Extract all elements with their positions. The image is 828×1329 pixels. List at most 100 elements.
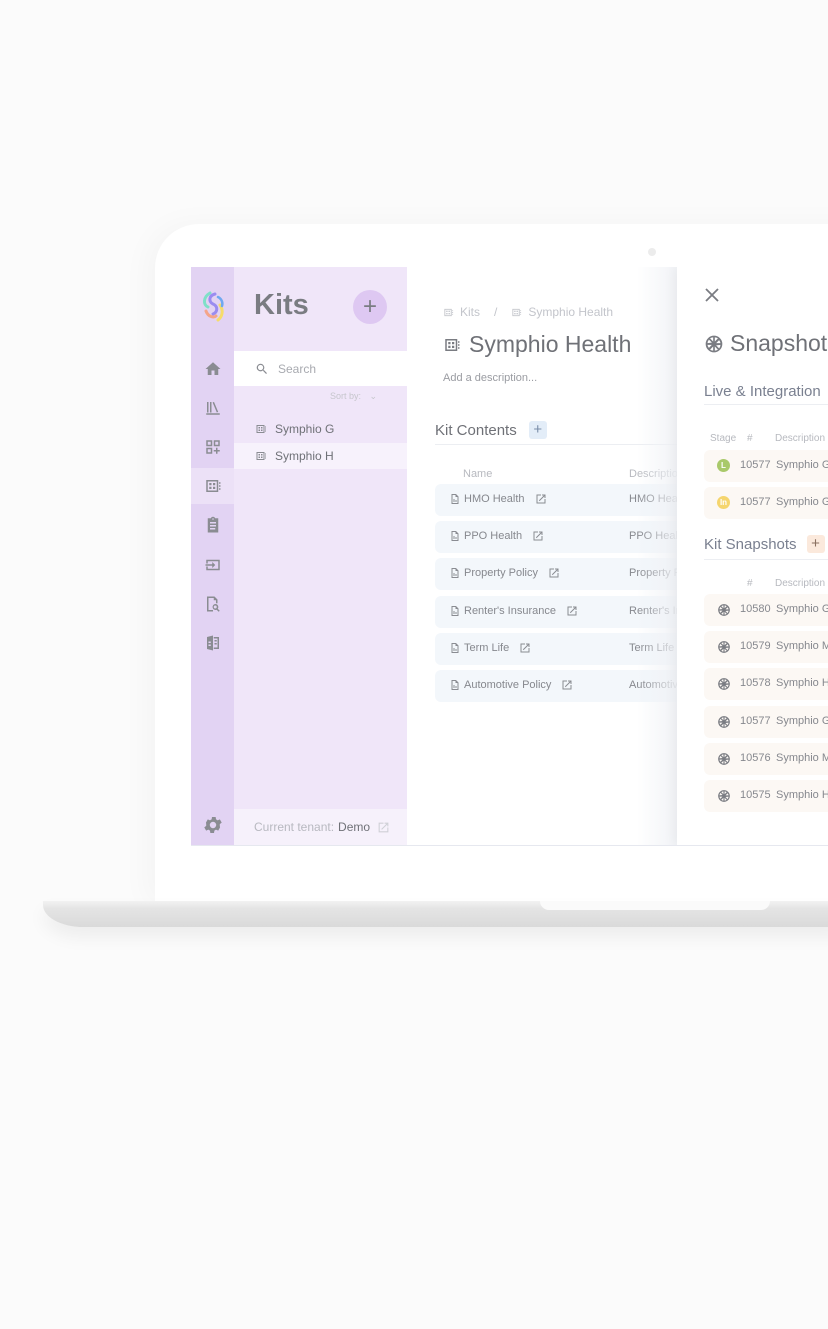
section-title: Kit Contents xyxy=(435,421,517,439)
nav-kits[interactable] xyxy=(191,468,234,504)
kit-snapshot-row[interactable]: 10580 Symphio G xyxy=(704,594,828,626)
row-name-text: Term Life xyxy=(464,641,510,654)
row-name: Renter's Insurance xyxy=(449,605,578,617)
column-header-name[interactable]: Name xyxy=(463,468,492,480)
open-external-icon[interactable] xyxy=(561,679,573,691)
kits-panel: Kits + Sort by: ⌄ Symphio G Symphio H Cu… xyxy=(234,267,407,845)
row-name: HMO Health xyxy=(449,493,547,505)
document-icon xyxy=(451,680,459,690)
close-button[interactable] xyxy=(705,288,723,306)
row-name-text: Property Policy xyxy=(464,567,538,580)
description-field[interactable]: Add a description... xyxy=(443,372,537,384)
sort-by-label: Sort by: xyxy=(330,391,362,401)
input-icon xyxy=(205,559,220,571)
nav-widgets[interactable] xyxy=(191,429,234,465)
kit-snapshot-row[interactable]: 10578 Symphio H xyxy=(704,668,828,701)
search-icon xyxy=(256,363,267,374)
add-kit-button[interactable]: + xyxy=(353,290,387,324)
kits-title: Kits xyxy=(254,289,309,321)
drawer-title-text: Snapshots xyxy=(730,330,828,356)
snapshot-number: 10577 xyxy=(740,714,771,727)
tenant-value: Demo xyxy=(338,820,371,834)
nav-compare[interactable] xyxy=(191,625,234,661)
snapshot-number: 10580 xyxy=(740,603,771,615)
stage-badge: L xyxy=(717,459,730,472)
row-name: Term Life xyxy=(449,642,531,654)
divider xyxy=(704,404,828,405)
gear-icon xyxy=(203,817,222,833)
kit-icon xyxy=(205,480,220,492)
document-icon xyxy=(451,605,459,616)
aperture-icon xyxy=(718,641,730,654)
kit-search xyxy=(234,351,407,386)
snapshot-number: 10577 xyxy=(740,459,771,471)
snapshot-number: 10575 xyxy=(740,789,771,801)
add-widget-icon xyxy=(205,440,220,454)
clipboard-icon xyxy=(207,516,218,533)
column-header-number[interactable]: # xyxy=(747,433,753,444)
kit-list-item[interactable]: Symphio G xyxy=(234,416,407,442)
nav-clipboard[interactable] xyxy=(191,507,234,543)
app-screen: Kits + Sort by: ⌄ Symphio G Symphio H Cu… xyxy=(191,267,828,846)
aperture-icon xyxy=(718,790,730,802)
kit-icon xyxy=(444,308,454,316)
current-tenant: Current tenant: Demo xyxy=(234,809,407,845)
kit-snapshot-row[interactable]: 10576 Symphio M xyxy=(704,742,828,775)
row-name: Automotive Policy xyxy=(449,679,573,691)
nav-document-search[interactable] xyxy=(191,586,234,622)
symphio-logo-icon[interactable] xyxy=(200,289,226,323)
section-title: Kit Snapshots xyxy=(704,535,797,553)
nav-input[interactable] xyxy=(191,547,234,583)
live-snapshot-row[interactable]: L 10577 Symphio G xyxy=(704,450,828,482)
kit-icon xyxy=(445,338,460,351)
document-icon xyxy=(451,642,459,653)
document-search-icon xyxy=(206,596,220,612)
stage-badge: In xyxy=(717,496,730,509)
kit-icon xyxy=(512,308,522,316)
drawer-title: Snapshots xyxy=(704,330,828,357)
kit-contents-header: Kit Contents + xyxy=(435,421,547,439)
nav-library[interactable] xyxy=(191,390,234,426)
kit-item-label: Symphio G xyxy=(275,422,335,436)
library-icon xyxy=(205,401,220,415)
open-external-icon[interactable] xyxy=(519,642,531,654)
breadcrumb-separator: / xyxy=(494,305,498,319)
open-external-icon[interactable] xyxy=(548,567,560,579)
column-header-number[interactable]: # xyxy=(747,578,753,589)
snapshot-description: Symphio M xyxy=(776,751,828,764)
live-snapshot-row[interactable]: In 10577 Symphio G xyxy=(704,487,828,519)
column-header-description[interactable]: Description xyxy=(775,578,825,589)
kit-snapshot-row[interactable]: 10577 Symphio G xyxy=(704,705,828,738)
divider xyxy=(704,559,828,560)
search-input[interactable] xyxy=(276,360,400,377)
content-fade xyxy=(637,267,677,845)
breadcrumb-kits[interactable]: Kits xyxy=(460,305,480,319)
open-external-icon[interactable] xyxy=(377,821,390,834)
page-title-text: Symphio Health xyxy=(469,331,632,357)
snapshot-description: Symphio G xyxy=(776,603,828,615)
sort-by-dropdown[interactable]: Sort by: ⌄ xyxy=(330,391,377,402)
snapshot-description: Symphio H xyxy=(776,789,828,801)
column-header-description[interactable]: Description xyxy=(775,433,825,444)
kit-snapshot-row[interactable]: 10579 Symphio M xyxy=(704,631,828,664)
row-name-text: Renter's Insurance xyxy=(464,604,556,617)
aperture-icon xyxy=(705,335,723,352)
snapshot-description: Symphio G xyxy=(776,459,828,471)
aperture-icon xyxy=(718,678,730,691)
column-header-stage[interactable]: Stage xyxy=(710,433,736,444)
add-snapshot-button[interactable]: + xyxy=(806,535,825,553)
document-icon xyxy=(451,568,459,579)
open-external-icon[interactable] xyxy=(535,493,547,505)
chevron-down-icon: ⌄ xyxy=(369,391,378,401)
nav-home[interactable] xyxy=(191,351,234,387)
snapshot-description: Symphio M xyxy=(776,640,828,653)
open-external-icon[interactable] xyxy=(532,530,544,542)
nav-settings[interactable] xyxy=(191,807,234,843)
row-name-text: HMO Health xyxy=(464,493,525,505)
row-name-text: Automotive Policy xyxy=(464,679,552,691)
kit-list-item[interactable]: Symphio H xyxy=(234,443,407,469)
laptop-camera xyxy=(648,248,656,256)
kit-snapshot-row[interactable]: 10575 Symphio H xyxy=(704,780,828,812)
add-content-button[interactable]: + xyxy=(528,421,547,439)
open-external-icon[interactable] xyxy=(566,605,578,617)
